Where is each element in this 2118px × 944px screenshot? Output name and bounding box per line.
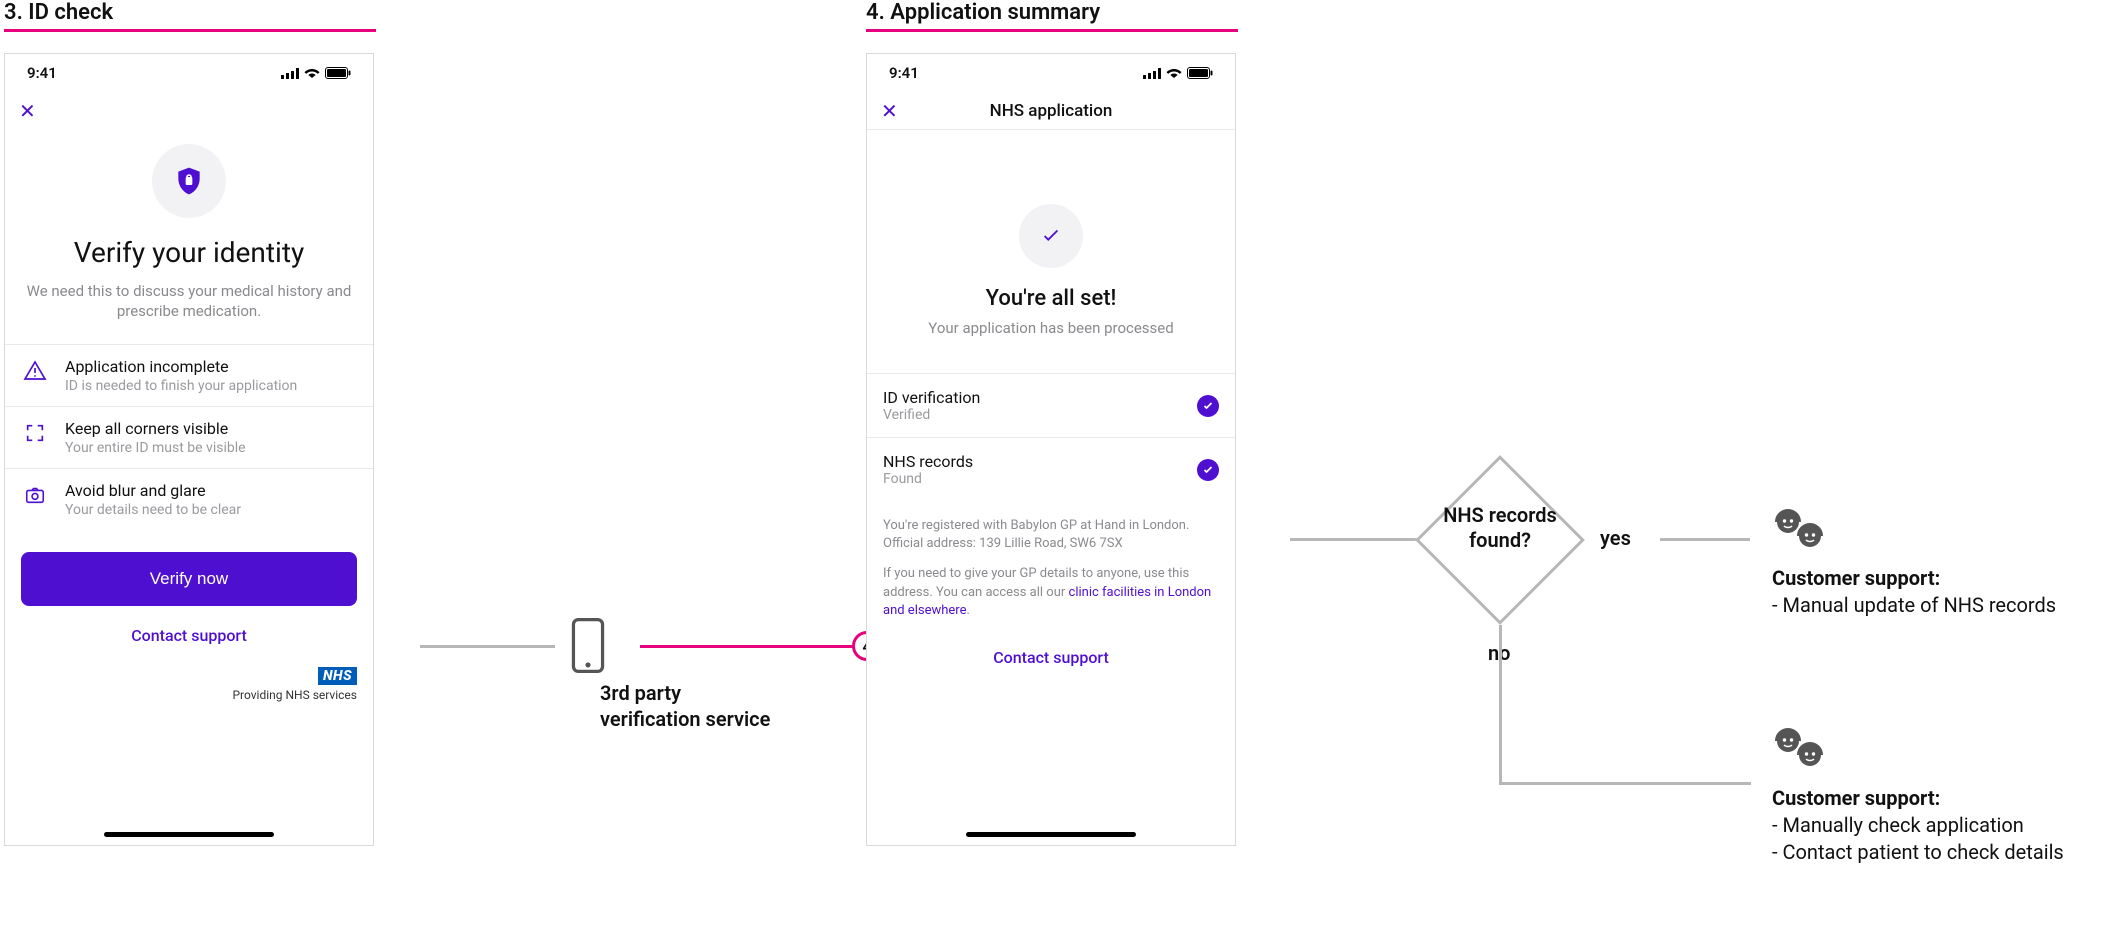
close-icon[interactable]: ✕ (881, 99, 898, 123)
check-badge-icon (1197, 395, 1219, 417)
contact-support-link[interactable]: Contact support (867, 648, 1235, 667)
wifi-icon (1166, 67, 1182, 79)
nav-bar: ✕ NHS application (867, 92, 1235, 130)
battery-icon (1187, 67, 1213, 79)
registration-note-suffix: . (966, 603, 969, 618)
support-agents-icon (1772, 508, 1828, 556)
mobile-device-icon (568, 618, 608, 673)
identity-shield-icon (152, 144, 226, 218)
status-bar: 9:41 (5, 54, 373, 92)
row-title: Keep all corners visible (65, 419, 246, 438)
screen-subheading: Your application has been processed (867, 319, 1235, 337)
verify-now-button[interactable]: Verify now (21, 552, 357, 606)
status-icons (1143, 67, 1213, 79)
nav-bar: ✕ (5, 92, 373, 130)
nav-title: NHS application (867, 101, 1235, 121)
row-sub: ID is needed to finish your application (65, 378, 297, 394)
close-icon[interactable]: ✕ (19, 99, 36, 123)
connector-line (1499, 782, 1751, 785)
support-block-title: Customer support: (1772, 785, 2064, 812)
support-agents-icon (1772, 727, 1828, 775)
registration-address: You're registered with Babylon GP at Han… (867, 501, 1235, 553)
section-title-id-check: 3. ID check (4, 0, 376, 32)
support-block-item: - Manually check application (1772, 812, 2064, 839)
info-row: Keep all corners visible Your entire ID … (5, 406, 373, 468)
phone-id-check: 9:41 ✕ Verify your identity We need this… (4, 53, 374, 846)
status-label: NHS records (883, 452, 973, 471)
info-row: Avoid blur and glare Your details need t… (5, 468, 373, 530)
screen-heading: Verify your identity (25, 236, 353, 269)
decision-label: NHS records found? (1430, 503, 1570, 553)
signal-icon (281, 68, 299, 79)
nhs-tagline: Providing NHS services (232, 688, 357, 702)
status-time: 9:41 (27, 64, 57, 82)
connector-line (1290, 538, 1420, 541)
support-yes-block: Customer support: - Manual update of NHS… (1772, 565, 2056, 619)
corners-icon (21, 419, 49, 447)
row-title: Avoid blur and glare (65, 481, 241, 500)
home-indicator (966, 832, 1136, 837)
phone-application-summary: 9:41 ✕ NHS application You're all set! Y… (866, 53, 1236, 846)
support-no-block: Customer support: - Manually check appli… (1772, 785, 2064, 866)
status-sub: Verified (883, 407, 980, 423)
support-block-item: - Manual update of NHS records (1772, 592, 2056, 619)
success-check-icon (1019, 204, 1083, 268)
wifi-icon (304, 67, 320, 79)
support-block-item: - Contact patient to check details (1772, 839, 2064, 866)
signal-icon (1143, 68, 1161, 79)
check-badge-icon (1197, 459, 1219, 481)
status-icons (281, 67, 351, 79)
nhs-logo: NHS (318, 667, 357, 685)
status-time: 9:41 (889, 64, 919, 82)
status-label: ID verification (883, 388, 980, 407)
status-row-id-verification: ID verification Verified (867, 373, 1235, 437)
status-sub: Found (883, 471, 973, 487)
screen-heading: You're all set! (867, 286, 1235, 311)
registration-note: If you need to give your GP details to a… (867, 553, 1235, 620)
connector-line (420, 645, 555, 648)
battery-icon (325, 67, 351, 79)
warning-icon (21, 357, 49, 385)
row-sub: Your details need to be clear (65, 502, 241, 518)
camera-icon (21, 481, 49, 509)
verification-service-label: 3rd party verification service (600, 680, 770, 732)
info-row: Application incomplete ID is needed to f… (5, 344, 373, 406)
home-indicator (104, 832, 274, 837)
connector-line (1660, 538, 1750, 541)
row-title: Application incomplete (65, 357, 297, 376)
status-bar: 9:41 (867, 54, 1235, 92)
screen-subheading: We need this to discuss your medical his… (25, 281, 353, 322)
status-row-nhs-records: NHS records Found (867, 437, 1235, 501)
connector-line-vertical (1499, 625, 1502, 785)
support-block-title: Customer support: (1772, 565, 2056, 592)
row-sub: Your entire ID must be visible (65, 440, 246, 456)
branch-yes-label: yes (1600, 525, 1631, 551)
section-title-summary: 4. Application summary (866, 0, 1238, 32)
contact-support-link[interactable]: Contact support (5, 626, 373, 645)
nhs-footer: NHS Providing NHS services (5, 667, 357, 702)
connector-line-pink (640, 645, 866, 648)
